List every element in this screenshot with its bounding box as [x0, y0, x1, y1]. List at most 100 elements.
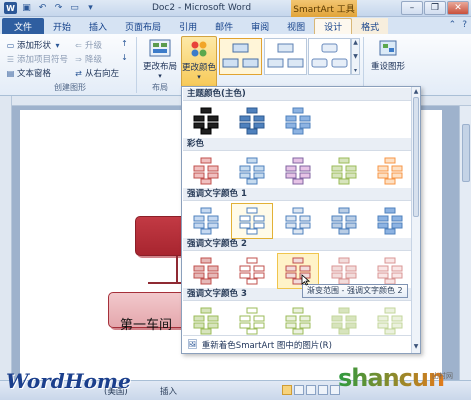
scroll-up-icon[interactable]: ▲	[412, 88, 420, 95]
ribbon-right-controls: ⌃ ?	[449, 20, 467, 30]
group-label-layouts: 布局	[152, 83, 168, 92]
ribbon-minimize-icon[interactable]: ⌃	[449, 20, 457, 30]
web-layout-view-icon[interactable]	[306, 385, 316, 395]
scroll-down-icon[interactable]: ▼	[353, 53, 358, 60]
color-variation-swatch[interactable]	[277, 203, 319, 239]
scroll-up-icon[interactable]: ▲	[353, 39, 358, 46]
tab-review[interactable]: 审阅	[242, 18, 278, 34]
color-variation-swatch[interactable]	[185, 303, 227, 339]
move-down-button[interactable]: ↓	[120, 53, 129, 62]
color-variation-swatch[interactable]	[231, 253, 273, 289]
color-variation-swatch[interactable]	[323, 153, 365, 189]
change-colors-button[interactable]: 更改颜色 ▾	[181, 36, 217, 88]
change-colors-dropdown: 主题颜色(主色) 彩色 强调文字颜色 1 强调文字颜色 2 强调文字颜色 3 🖼…	[181, 86, 421, 354]
style-gallery-scrollbar[interactable]: ▲ ▼ ▾	[351, 38, 360, 75]
color-variation-swatch[interactable]	[277, 103, 319, 139]
status-insert-mode[interactable]: 插入	[160, 385, 177, 397]
org-chart-thumbnail-icon	[331, 257, 357, 285]
color-variation-swatch[interactable]	[231, 103, 273, 139]
org-chart-thumbnail-icon	[285, 157, 311, 185]
right-to-left-button[interactable]: ⇄ 从右向左	[74, 67, 120, 80]
color-variation-swatch[interactable]	[231, 203, 273, 239]
gallery-more-icon[interactable]: ▾	[354, 67, 357, 74]
smartart-node-text[interactable]: 第一车间	[120, 314, 172, 333]
close-icon[interactable]: ✕	[447, 1, 469, 15]
change-layout-button[interactable]: 更改布局 ▾	[142, 38, 178, 80]
color-variation-swatch[interactable]	[369, 153, 411, 189]
add-bullet-label: 添加项目符号	[17, 55, 69, 65]
promote-button[interactable]: ⇐ 升级	[74, 39, 102, 52]
reset-graphic-button[interactable]: 重设图形	[368, 38, 408, 72]
color-variation-swatch[interactable]	[323, 203, 365, 239]
window-controls: – ❐ ✕	[401, 1, 469, 15]
color-variation-swatch[interactable]	[185, 153, 227, 189]
qat-customize-icon[interactable]: ▾	[84, 2, 97, 14]
right-to-left-label: 从右向左	[85, 69, 120, 79]
undo-icon[interactable]: ↶	[36, 2, 49, 14]
scrollbar-thumb[interactable]	[462, 124, 470, 182]
shancun-watermark-text: shancun	[338, 364, 445, 392]
ribbon-tabs: 文件 开始 插入 页面布局 引用 邮件 审阅 视图 设计 格式 ⌃ ?	[0, 17, 471, 34]
recolor-picture-icon: 🖼	[187, 339, 198, 350]
move-up-button[interactable]: ↑	[120, 39, 129, 48]
recolor-pictures-label: 重新着色SmartArt 图中的图片(R)	[201, 340, 332, 351]
color-variation-swatch[interactable]	[185, 203, 227, 239]
color-variation-swatch[interactable]	[323, 303, 365, 339]
tab-file[interactable]: 文件	[2, 18, 45, 34]
color-variation-swatch[interactable]	[369, 203, 411, 239]
color-variation-swatch[interactable]	[231, 303, 273, 339]
tab-references[interactable]: 引用	[170, 18, 206, 34]
color-variation-swatch[interactable]	[185, 103, 227, 139]
tab-design[interactable]: 设计	[314, 18, 353, 34]
tab-mailings[interactable]: 邮件	[206, 18, 242, 34]
full-screen-view-icon[interactable]	[294, 385, 304, 395]
demote-button[interactable]: ⇒ 降级	[74, 53, 103, 66]
resize-grip-icon[interactable]: ···	[292, 346, 298, 353]
view-buttons	[282, 385, 340, 395]
color-variation-swatch[interactable]	[277, 303, 319, 339]
wordhome-watermark: WordHome	[6, 369, 131, 393]
org-chart-thumbnail-icon	[331, 307, 357, 335]
restore-icon[interactable]: ❐	[424, 1, 446, 15]
color-variation-swatch[interactable]	[369, 303, 411, 339]
section-header-theme-colors: 主题颜色(主色)	[183, 88, 411, 101]
color-variation-swatch[interactable]	[231, 153, 273, 189]
color-variation-swatch[interactable]	[185, 253, 227, 289]
add-shape-button[interactable]: ▭ 添加形状 ▾	[6, 39, 62, 52]
demote-label: 降级	[85, 55, 103, 65]
scroll-down-icon[interactable]: ▼	[412, 343, 420, 350]
vertical-scrollbar[interactable]	[459, 106, 471, 380]
dropdown-scrollbar[interactable]: ▲ ▼	[411, 87, 420, 353]
text-pane-button[interactable]: ▤ 文本窗格	[6, 67, 51, 80]
shancun-watermark-sub: 山村网	[432, 372, 453, 380]
tab-format[interactable]: 格式	[352, 18, 389, 34]
minimize-icon[interactable]: –	[401, 1, 423, 15]
print-layout-view-icon[interactable]	[282, 385, 292, 395]
color-palette-icon	[188, 39, 210, 59]
color-variation-swatch[interactable]	[277, 153, 319, 189]
vertical-ruler[interactable]	[0, 96, 12, 380]
smartart-style-thumbnail[interactable]	[219, 38, 262, 75]
save-icon[interactable]: ▣	[20, 2, 33, 14]
tab-insert[interactable]: 插入	[80, 18, 116, 34]
dropdown-scrollbar-thumb[interactable]	[413, 97, 419, 217]
add-bullet-button[interactable]: ☰ 添加项目符号	[6, 53, 69, 66]
tab-view[interactable]: 视图	[278, 18, 314, 34]
smartart-connector	[148, 282, 182, 284]
open-folder-icon[interactable]: ▭	[68, 2, 81, 14]
org-chart-thumbnail-icon	[239, 207, 265, 235]
org-chart-thumbnail-icon	[285, 107, 311, 135]
help-icon[interactable]: ?	[462, 20, 467, 30]
word-logo-icon[interactable]: W	[4, 2, 17, 14]
smartart-style-thumbnail[interactable]	[264, 38, 307, 75]
tab-home[interactable]: 开始	[44, 18, 80, 34]
tab-page-layout[interactable]: 页面布局	[116, 18, 170, 34]
section-header-accent-2: 强调文字颜色 2	[183, 238, 411, 251]
redo-icon[interactable]: ↷	[52, 2, 65, 14]
smartart-style-thumbnail[interactable]	[308, 38, 351, 75]
arrow-down-icon: ↓	[121, 53, 128, 62]
org-chart-thumbnail-icon	[239, 157, 265, 185]
org-chart-thumbnail-icon	[239, 257, 265, 285]
swatch-tooltip: 渐变范围 - 强调文字颜色 2	[302, 284, 408, 298]
outline-view-icon[interactable]	[318, 385, 328, 395]
